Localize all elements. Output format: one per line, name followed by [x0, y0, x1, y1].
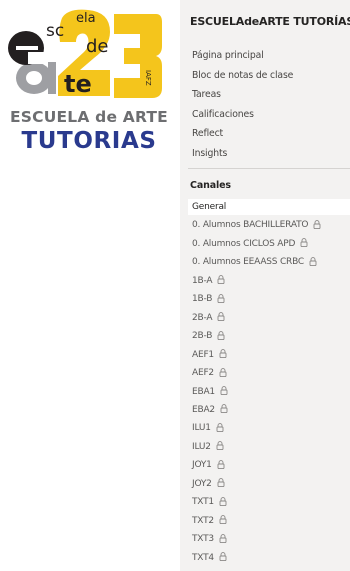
channel-item-ilu1[interactable]: ILU1	[192, 421, 224, 435]
channel-label: TXT3	[192, 534, 214, 545]
lock-icon	[219, 533, 227, 543]
channel-item-eba2[interactable]: EBA2	[192, 403, 228, 417]
channel-label: 0. Alumnos BACHILLERATO	[192, 220, 309, 231]
channel-label: TXT1	[192, 497, 214, 508]
logo-panel: sc ela de te IAFZ ESCUELA de ARTE TUTORI…	[0, 0, 178, 571]
channel-item-txt1[interactable]: TXT1	[192, 495, 227, 509]
channel-label: TXT2	[192, 515, 214, 526]
lock-icon	[217, 478, 225, 488]
logo-text-school: ESCUELA de ARTE	[10, 108, 168, 126]
channel-label: JOY2	[192, 478, 212, 489]
nav-item-reflect[interactable]: Reflect	[192, 128, 223, 139]
channel-item-joy2[interactable]: JOY2	[192, 477, 225, 491]
channel-label: ILU2	[192, 441, 211, 452]
channel-label: General	[192, 202, 227, 212]
lock-icon	[313, 220, 321, 229]
channel-item-ilu2[interactable]: ILU2	[192, 440, 224, 454]
channel-label: TXT4	[192, 552, 214, 563]
nav-item-bloc-de-notas-de-clase[interactable]: Bloc de notas de clase	[192, 70, 293, 81]
channel-label: 0. Alumnos CICLOS APD	[192, 238, 296, 249]
school-logo: sc ela de te IAFZ	[8, 9, 162, 98]
lock-icon	[220, 386, 228, 396]
channel-item-txt2[interactable]: TXT2	[192, 514, 227, 528]
channel-label: ILU1	[192, 423, 211, 434]
svg-text:IAFZ: IAFZ	[144, 70, 152, 86]
svg-text:ela: ela	[76, 11, 96, 26]
svg-text:sc: sc	[46, 21, 64, 41]
team-sidebar: ESCUELAdeARTE TUTORÍAS Página principal B…	[180, 0, 350, 571]
channel-label: JOY1	[192, 460, 212, 471]
channel-item-2b-a[interactable]: 2B-A	[192, 311, 225, 325]
channel-item-2b-b[interactable]: 2B-B	[192, 329, 225, 343]
channel-label: EBA2	[192, 404, 215, 415]
lock-icon	[217, 312, 225, 322]
nav-item-insights[interactable]: Insights	[192, 148, 227, 159]
channel-item-txt3[interactable]: TXT3	[192, 532, 227, 546]
channel-item-1b-b[interactable]: 1B-B	[192, 292, 225, 306]
lock-icon	[217, 275, 225, 285]
channel-item-txt4[interactable]: TXT4	[192, 551, 227, 565]
lock-icon	[219, 552, 227, 562]
channel-item-eba1[interactable]: EBA1	[192, 385, 228, 399]
channels-header[interactable]: Canales	[190, 180, 231, 191]
nav-item-tareas[interactable]: Tareas	[192, 89, 221, 100]
lock-icon	[219, 496, 227, 506]
channel-label: 0. Alumnos EEAASS CRBC	[192, 257, 304, 268]
channel-item-aef1[interactable]: AEF1	[192, 348, 227, 362]
lock-icon	[309, 257, 317, 266]
channel-item-0-alumnos-ciclos-apd[interactable]: 0. Alumnos CICLOS APD	[192, 237, 308, 251]
channel-label: 2B-B	[192, 331, 213, 342]
channel-label: EBA1	[192, 386, 215, 397]
channel-label: 1B-A	[192, 275, 213, 286]
lock-icon	[219, 349, 227, 359]
channel-label: 1B-B	[192, 294, 213, 305]
svg-text:de: de	[86, 36, 109, 57]
lock-icon	[219, 367, 227, 377]
channel-item-aef2[interactable]: AEF2	[192, 366, 227, 380]
lock-icon	[217, 330, 225, 340]
divider	[188, 168, 350, 169]
channel-label: AEF2	[192, 368, 214, 379]
channel-item-0-alumnos-eeaass-crbc[interactable]: 0. Alumnos EEAASS CRBC	[192, 255, 317, 269]
channel-item-1b-a[interactable]: 1B-A	[192, 274, 225, 288]
channel-label: AEF1	[192, 349, 214, 360]
channel-label: 2B-A	[192, 312, 213, 323]
channel-item-0-alumnos-bachillerato[interactable]: 0. Alumnos BACHILLERATO	[192, 218, 321, 232]
logo-text-tutorias: TUTORIAS	[21, 128, 157, 154]
channel-item-general[interactable]: General	[192, 200, 226, 214]
lock-icon	[220, 404, 228, 414]
lock-icon	[217, 459, 225, 469]
lock-icon	[300, 238, 308, 248]
nav-item-p-gina-principal[interactable]: Página principal	[192, 50, 264, 61]
lock-icon	[216, 423, 224, 432]
nav-item-calificaciones[interactable]: Calificaciones	[192, 109, 254, 120]
lock-icon	[217, 293, 225, 303]
lock-icon	[216, 441, 224, 451]
team-title[interactable]: ESCUELAdeARTE TUTORÍAS	[190, 15, 350, 28]
lock-icon	[219, 515, 227, 525]
channel-item-joy1[interactable]: JOY1	[192, 458, 225, 472]
svg-text:te: te	[64, 70, 92, 98]
